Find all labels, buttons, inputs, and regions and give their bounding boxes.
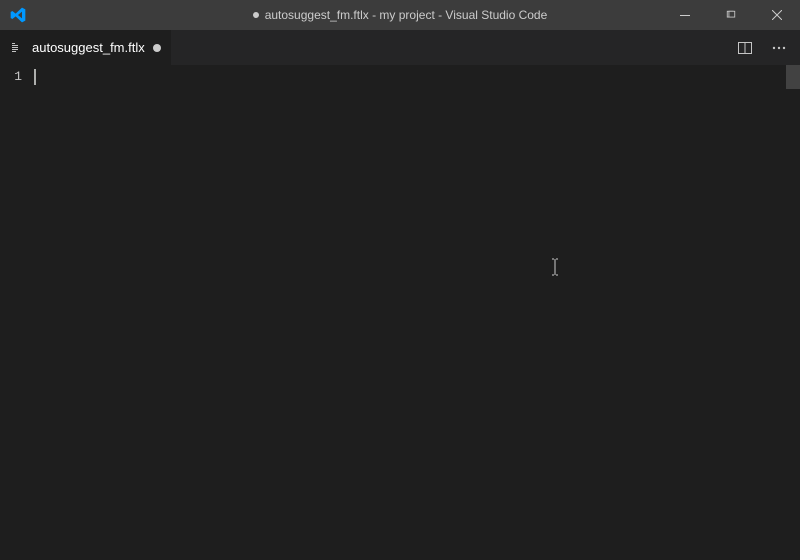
editor-actions (724, 30, 800, 65)
window-controls (662, 0, 800, 30)
line-number-gutter: 1 (0, 65, 32, 560)
window-title-text: autosuggest_fm.ftlx - my project - Visua… (265, 8, 548, 22)
editor-area: 1 (0, 65, 800, 560)
file-icon (10, 40, 26, 56)
tab-label: autosuggest_fm.ftlx (32, 40, 145, 55)
titlebar: autosuggest_fm.ftlx - my project - Visua… (0, 0, 800, 30)
tab-autosuggest-fm[interactable]: autosuggest_fm.ftlx (0, 30, 172, 65)
vscode-logo-icon (0, 7, 35, 23)
minimize-button[interactable] (662, 0, 708, 30)
dirty-indicator-icon (253, 12, 259, 18)
line-number: 1 (0, 69, 22, 84)
scrollbar-thumb[interactable] (786, 65, 800, 89)
maximize-button[interactable] (708, 0, 754, 30)
split-editor-button[interactable] (734, 37, 756, 59)
vertical-scrollbar[interactable] (786, 65, 800, 560)
text-cursor (34, 69, 36, 85)
more-actions-button[interactable] (768, 37, 790, 59)
tab-bar: autosuggest_fm.ftlx (0, 30, 800, 65)
text-editor[interactable] (32, 65, 786, 560)
close-button[interactable] (754, 0, 800, 30)
tab-dirty-indicator-icon (153, 44, 161, 52)
